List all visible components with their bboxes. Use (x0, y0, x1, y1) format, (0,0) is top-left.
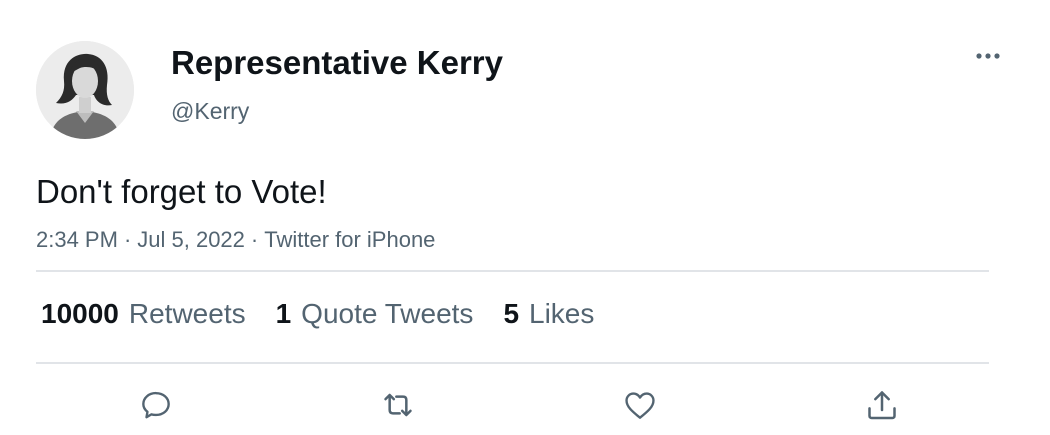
tweet-text: Don't forget to Vote! (36, 173, 327, 210)
retweet-button[interactable] (378, 385, 418, 425)
quote-tweets-stat[interactable]: 1 Quote Tweets (276, 297, 474, 331)
meta-separator: · (250, 227, 259, 252)
tweet-source[interactable]: Twitter for iPhone (264, 227, 435, 252)
avatar[interactable] (36, 41, 134, 139)
tweet-date[interactable]: Jul 5, 2022 (137, 227, 245, 252)
heart-icon (625, 392, 655, 419)
author-handle[interactable]: @Kerry (171, 97, 249, 125)
speech-bubble-icon (142, 391, 170, 419)
quote-tweets-label: Quote Tweets (301, 298, 474, 329)
share-button[interactable] (862, 385, 902, 425)
tweet-card: Representative Kerry @Kerry Don't forget… (0, 0, 1050, 435)
ellipsis-icon (976, 53, 1000, 59)
retweets-label: Retweets (128, 298, 246, 329)
quote-tweets-count: 1 (275, 298, 292, 329)
tweet-time[interactable]: 2:34 PM (36, 227, 118, 252)
tweet-metadata: 2:34 PM · Jul 5, 2022 · Twitter for iPhone (36, 226, 435, 254)
retweets-count: 10000 (41, 298, 119, 329)
author-display-name[interactable]: Representative Kerry (171, 44, 503, 82)
divider (36, 270, 989, 272)
engagement-stats: 10000 Retweets 1 Quote Tweets 5 Likes (41, 297, 624, 331)
retweet-arrows-icon (384, 393, 412, 417)
like-button[interactable] (620, 385, 660, 425)
share-upload-icon (868, 391, 896, 420)
retweets-stat[interactable]: 10000 Retweets (41, 297, 246, 331)
more-options-button[interactable] (971, 46, 1005, 66)
default-avatar-woman-icon (36, 41, 134, 139)
divider (36, 362, 989, 364)
likes-label: Likes (529, 298, 595, 329)
likes-stat[interactable]: 5 Likes (503, 297, 594, 331)
meta-separator: · (123, 227, 132, 252)
likes-count: 5 (503, 298, 520, 329)
reply-button[interactable] (136, 385, 176, 425)
